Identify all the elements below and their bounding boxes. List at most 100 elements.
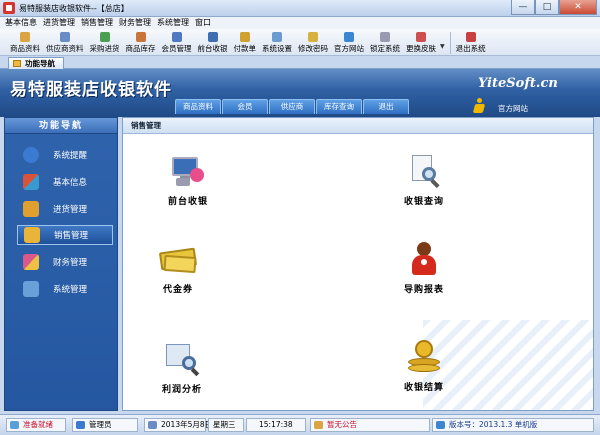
toolbar-lock-button[interactable]: 锁定系统: [368, 29, 402, 56]
toolbar-member-button[interactable]: 会员管理: [160, 29, 194, 56]
function-label: 收银查询: [403, 197, 444, 207]
cashier-monitor-icon: [170, 154, 206, 188]
runner-icon[interactable]: [472, 98, 486, 114]
system-icon: [23, 281, 39, 297]
content-panel: 销售管理 前台收银 收银查询 代金券 导购报表 利润分析 收银结算: [122, 117, 594, 411]
toolbar-purchase-button[interactable]: 采购进货: [88, 29, 122, 56]
folder-icon: [13, 60, 21, 67]
tab-function-navigation[interactable]: 功能导航: [8, 57, 64, 69]
banner-tab-goods[interactable]: 商品资料: [175, 99, 221, 114]
status-date-text: 2013年5月8日: [161, 420, 213, 429]
function-guide-report[interactable]: 导购报表: [379, 242, 469, 306]
menu-finance[interactable]: 财务管理: [117, 17, 155, 29]
close-button[interactable]: ✕: [559, 0, 597, 15]
toolbar-goods-button[interactable]: 商品资料: [8, 29, 42, 56]
toolbar-inventory-button[interactable]: 商品库存: [124, 29, 158, 56]
toolbar-supplier-button[interactable]: 供应商资料: [44, 29, 86, 56]
banner-tab-exit[interactable]: 退出: [363, 99, 409, 114]
function-profit-analysis[interactable]: 利润分析: [137, 342, 227, 406]
purchase-icon: [99, 32, 110, 42]
skin-dropdown-arrow-icon[interactable]: ▼: [440, 43, 445, 50]
exit-icon: [465, 32, 476, 42]
official-site-link[interactable]: 官方网站: [498, 103, 528, 114]
toolbar-settings-button[interactable]: 系统设置: [260, 29, 294, 56]
sidebar-item-purchase[interactable]: 进货管理: [17, 199, 113, 219]
toolbar-cashier-button[interactable]: 前台收银: [196, 29, 230, 56]
goods-icon: [20, 32, 30, 42]
sidebar-item-label: 系统提醒: [53, 151, 88, 161]
menu-system[interactable]: 系统管理: [155, 17, 193, 29]
function-cashier-query[interactable]: 收银查询: [379, 154, 469, 218]
toolbar-exit-button[interactable]: 退出系统: [454, 29, 488, 56]
sidebar-item-reminder[interactable]: 系统提醒: [17, 145, 113, 165]
sidebar-item-label: 系统管理: [53, 285, 88, 295]
status-ready: 准备就绪: [6, 418, 66, 432]
status-notice-text: 暂无公告: [327, 420, 357, 429]
banner-tab-stock-query[interactable]: 库存查询: [316, 99, 362, 114]
website-icon: [344, 32, 354, 42]
menu-window[interactable]: 窗口: [193, 17, 215, 29]
box-out-icon: [24, 227, 40, 243]
maximize-button[interactable]: □: [535, 0, 559, 15]
banner-title: 易特服装店收银软件: [10, 80, 172, 100]
chart-search-icon: [164, 342, 200, 377]
toolbar-label: 更换皮肤: [406, 44, 436, 53]
content-header: 销售管理: [123, 118, 593, 134]
toolbar-skin-button[interactable]: 更换皮肤: [404, 29, 438, 56]
toolbar-label: 付款单: [233, 44, 257, 53]
toolbar: 商品资料 供应商资料 采购进货 商品库存 会员管理 前台收银 付款单 系统设置 …: [0, 29, 600, 56]
sidebar-item-label: 基本信息: [53, 178, 88, 188]
status-weekday: 星期三: [208, 418, 244, 432]
password-icon: [308, 32, 318, 42]
window-controls: — □ ✕: [511, 0, 597, 16]
menu-purchase[interactable]: 进货管理: [41, 17, 79, 29]
lock-icon: [380, 32, 390, 42]
app-logo-icon: [3, 2, 15, 14]
function-cashier[interactable]: 前台收银: [143, 154, 233, 218]
title-bar: 易特服装店收银软件--【总店】 — □ ✕: [0, 0, 600, 17]
toolbar-label: 商品库存: [125, 44, 156, 53]
cashier-icon: [207, 32, 218, 42]
toolbar-payment-button[interactable]: 付款单: [232, 29, 259, 56]
toolbar-label: 供应商资料: [46, 44, 84, 53]
toolbar-password-button[interactable]: 修改密码: [296, 29, 330, 56]
function-label: 前台收银: [167, 197, 208, 207]
status-date: 2013年5月8日: [144, 418, 212, 432]
toolbar-website-button[interactable]: 官方网站: [332, 29, 366, 56]
menu-basic-info[interactable]: 基本信息: [3, 17, 41, 29]
toolbar-separator: [449, 32, 451, 54]
payment-icon: [239, 32, 250, 42]
supplier-icon: [59, 32, 70, 42]
status-notice[interactable]: 暂无公告: [310, 418, 430, 432]
toolbar-label: 商品资料: [10, 44, 40, 53]
function-label: 代金券: [162, 285, 193, 295]
function-label: 收银结算: [403, 383, 444, 393]
sidebar-item-basic-info[interactable]: 基本信息: [17, 172, 113, 192]
banknotes-icon: [158, 242, 198, 276]
function-cashier-settlement[interactable]: 收银结算: [379, 340, 469, 404]
banner-brand-logo: YiteSoft.cn: [478, 76, 558, 91]
menu-sales[interactable]: 销售管理: [79, 17, 117, 29]
settings-icon: [272, 32, 282, 42]
toolbar-label: 官方网站: [334, 44, 364, 53]
box-in-icon: [23, 201, 39, 217]
sidebar-item-system[interactable]: 系统管理: [17, 279, 113, 299]
status-bar: 准备就绪 管理员 2013年5月8日 星期三 15:17:38 暂无公告 版本号…: [0, 414, 600, 435]
sidebar: 功能导航 系统提醒 基本信息 进货管理 销售管理 财务管理 系统管理: [4, 117, 118, 411]
minimize-button[interactable]: —: [511, 0, 535, 15]
function-voucher[interactable]: 代金券: [133, 242, 223, 306]
status-user-text: 管理员: [89, 420, 112, 429]
function-label: 导购报表: [403, 285, 444, 295]
sidebar-item-sales[interactable]: 销售管理: [17, 225, 113, 245]
sidebar-item-finance[interactable]: 财务管理: [17, 252, 113, 272]
toolbar-label: 修改密码: [298, 44, 328, 53]
toolbar-label: 系统设置: [262, 44, 292, 53]
status-user: 管理员: [72, 418, 138, 432]
window-title: 易特服装店收银软件--【总店】: [19, 4, 129, 13]
banner-tab-supplier[interactable]: 供应商: [269, 99, 315, 114]
notice-icon: [314, 421, 323, 429]
banner-tab-member[interactable]: 会员: [222, 99, 268, 114]
tab-label: 功能导航: [25, 59, 55, 68]
status-version: 版本号：2013.1.3 单机版: [432, 418, 594, 432]
cubes-icon: [23, 174, 39, 190]
